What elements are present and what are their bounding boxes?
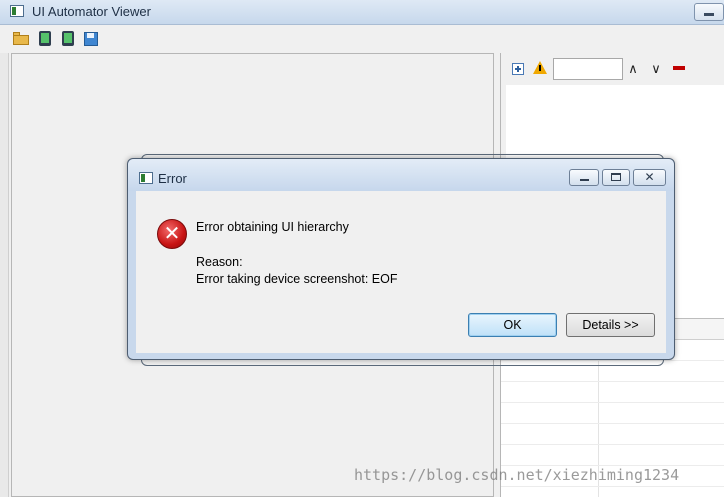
device-screenshot-button[interactable] (37, 31, 54, 46)
expand-all-icon[interactable] (512, 63, 524, 75)
table-row (501, 402, 724, 403)
error-message: Error obtaining UI hierarchy (196, 220, 349, 234)
close-icon: ✕ (644, 170, 655, 184)
save-button[interactable] (83, 31, 100, 46)
main-titlebar: UI Automator Viewer (0, 0, 724, 25)
details-button[interactable]: Details >> (566, 313, 655, 337)
app-icon (10, 5, 24, 17)
dialog-title: Error (158, 171, 187, 186)
table-row (501, 486, 724, 487)
dialog-close-button[interactable]: ✕ (633, 169, 666, 186)
main-toolbar (0, 25, 724, 52)
main-window-title: UI Automator Viewer (32, 4, 151, 19)
open-button[interactable] (13, 31, 30, 46)
watermark: https://blog.csdn.net/xiezhiming1234 (354, 466, 680, 484)
reason-label: Reason: (196, 255, 243, 269)
left-border-strip (0, 53, 9, 497)
ok-button[interactable]: OK (468, 313, 557, 337)
dialog-titlebar: Error ✕ (128, 159, 674, 191)
maximize-icon (611, 173, 621, 181)
dialog-app-icon (139, 172, 153, 184)
minimize-icon (580, 179, 589, 181)
dialog-minimize-button[interactable] (569, 169, 599, 186)
chevron-up-icon[interactable]: ∧ (626, 62, 640, 76)
hierarchy-toolbar: ∧ ∨ (501, 53, 724, 85)
table-row (501, 444, 724, 445)
reason-detail: Error taking device screenshot: EOF (196, 272, 398, 286)
warning-icon[interactable] (533, 61, 547, 74)
error-icon: ✕ (157, 219, 187, 249)
device-screenshot-compressed-button[interactable] (60, 31, 77, 46)
window-minimize-button[interactable] (694, 3, 724, 21)
remove-icon[interactable] (673, 66, 685, 70)
error-dialog: Error ✕ ✕ Error obtaining UI hierarchy R… (127, 158, 675, 360)
dialog-body: ✕ Error obtaining UI hierarchy Reason: E… (136, 191, 666, 353)
chevron-down-icon[interactable]: ∨ (649, 62, 663, 76)
table-row (501, 381, 724, 382)
dialog-maximize-button[interactable] (602, 169, 630, 186)
minimize-icon (704, 13, 714, 16)
search-input[interactable] (553, 58, 623, 80)
table-row (501, 423, 724, 424)
